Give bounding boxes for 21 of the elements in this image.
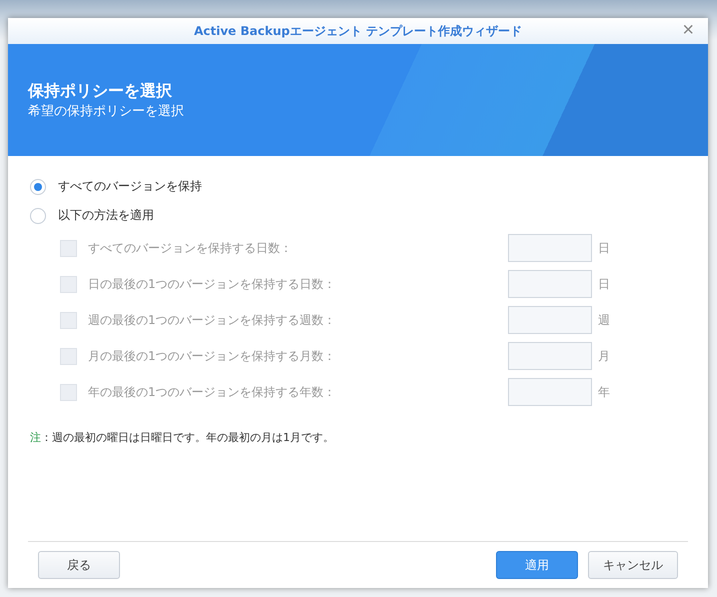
cancel-button[interactable]: キャンセル xyxy=(588,551,678,579)
note-label: 注 xyxy=(30,431,41,444)
unit-label: 日 xyxy=(598,276,610,292)
option-label: 以下の方法を適用 xyxy=(58,207,154,224)
unit-label: 月 xyxy=(598,348,610,364)
window-title: Active Backupエージェント テンプレート作成ウィザード xyxy=(194,22,522,40)
unit-label: 週 xyxy=(598,312,610,328)
radio-button[interactable] xyxy=(30,178,46,194)
radio-button[interactable] xyxy=(30,208,46,224)
rule-label: 月の最後の1つのバージョンを保持する月数： xyxy=(88,348,337,364)
page-heading: 保持ポリシーを選択 xyxy=(28,80,173,102)
unit-label: 年 xyxy=(598,384,610,400)
back-button[interactable]: 戻る xyxy=(38,551,120,579)
rule-label: 日の最後の1つのバージョンを保持する日数： xyxy=(88,276,337,292)
rule-label: すべてのバージョンを保持する日数： xyxy=(88,240,293,256)
unit-label: 日 xyxy=(598,240,610,256)
rule-label: 週の最後の1つのバージョンを保持する週数： xyxy=(88,312,337,328)
note-text: ：週の最初の曜日は日曜日です。年の最初の月は1月です。 xyxy=(41,431,334,444)
rule-label: 年の最後の1つのバージョンを保持する年数： xyxy=(88,384,337,400)
option-label: すべてのバージョンを保持 xyxy=(58,178,202,195)
page-subheading: 希望の保持ポリシーを選択 xyxy=(28,102,184,120)
